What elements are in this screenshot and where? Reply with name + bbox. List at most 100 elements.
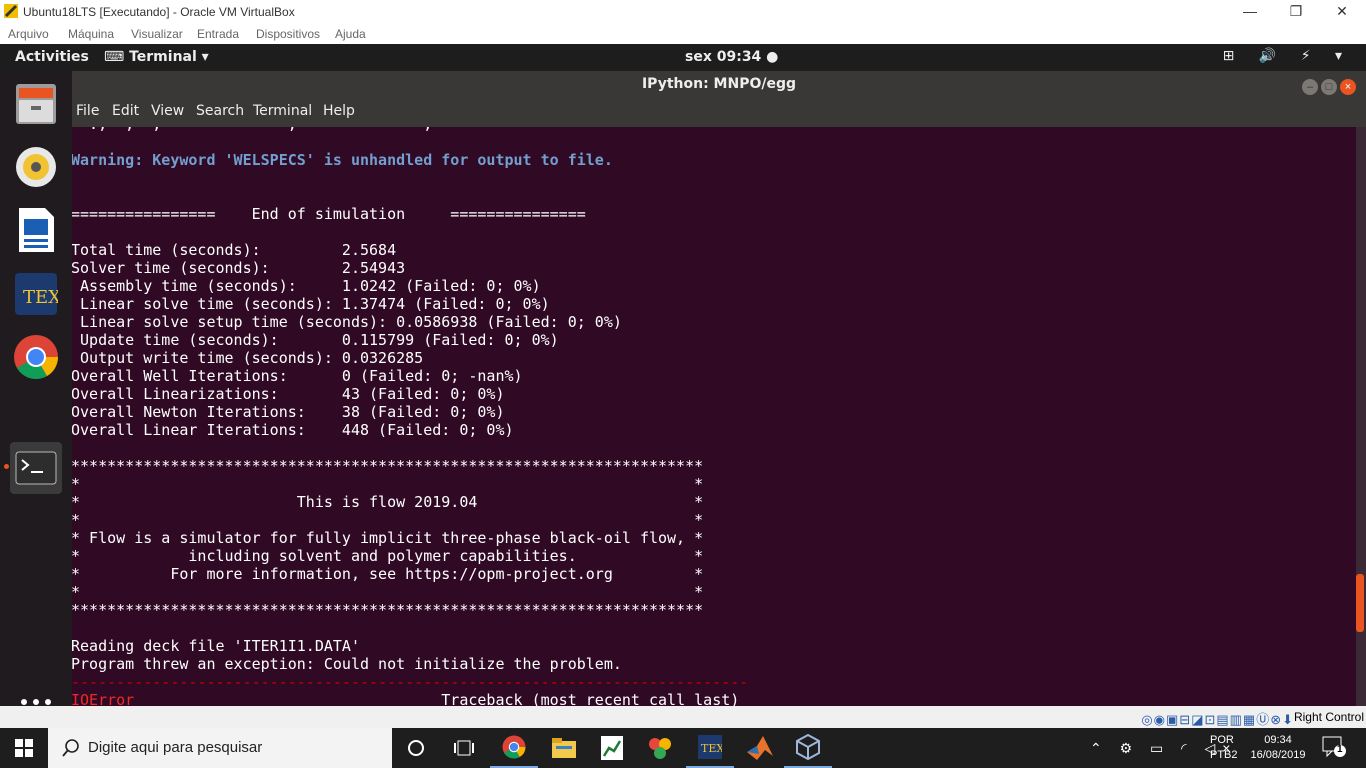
cortana-icon[interactable] <box>392 728 440 768</box>
banner-flow-title: * This is flow 2019.04 * <box>72 493 704 511</box>
terminal-menu-file[interactable]: File <box>76 103 99 119</box>
terminal-menu-edit[interactable]: Edit <box>112 103 139 119</box>
vbox-titlebar: Ubuntu18LTS [Executando] - Oracle VM Vir… <box>0 0 1366 24</box>
svg-text:TEX: TEX <box>701 742 722 755</box>
virtualbox-icon <box>4 4 18 18</box>
linear-setup-time-line: Linear solve setup time (seconds): 0.058… <box>72 313 622 331</box>
chrome-icon[interactable] <box>10 331 62 383</box>
rhythmbox-icon[interactable] <box>10 141 62 193</box>
files-icon[interactable] <box>10 78 62 130</box>
banner-desc-2: * including solvent and polymer capabili… <box>72 547 704 565</box>
menu-dispositivos[interactable]: Dispositivos <box>256 27 320 41</box>
banner-blank-3: * * <box>72 583 704 601</box>
linearizations-line: Overall Linearizations: 43 (Failed: 0; 0… <box>72 385 505 403</box>
total-time-line: Total time (seconds): 2.5684 <box>72 241 397 259</box>
notification-center-icon[interactable]: 1 <box>1322 736 1346 763</box>
search-placeholder: Digite aqui para pesquisar <box>88 739 263 756</box>
keyboard-layout: PTB2 <box>1210 749 1238 761</box>
terminal-menu-view[interactable]: View <box>151 103 184 119</box>
output-time-line: Output write time (seconds): 0.0326285 <box>72 349 424 367</box>
terminal-title: IPython: MNPO/egg <box>641 76 797 92</box>
spreadsheet-app-icon[interactable] <box>588 728 636 768</box>
app-menu[interactable]: ⌨ Terminal ▾ <box>104 49 209 65</box>
terminal-output[interactable]: ., , , , , Warning: Keyword 'WELSPECS' i… <box>72 127 1356 706</box>
running-indicator <box>4 464 9 469</box>
linear-solve-time-line: Linear solve time (seconds): 1.37474 (Fa… <box>72 295 550 313</box>
terminal-dock-icon[interactable] <box>10 442 62 494</box>
menu-entrada[interactable]: Entrada <box>197 27 239 41</box>
terminal-menu-terminal[interactable]: Terminal <box>253 103 312 119</box>
reading-deck-line: Reading deck file 'ITER1I1.DATA' <box>72 637 360 655</box>
warning-line: Warning: Keyword 'WELSPECS' is unhandled… <box>72 151 613 169</box>
guest-display: Activities ⌨ Terminal ▾ sex 09:34 ● ⊞ 🔊 … <box>0 44 1366 706</box>
show-applications-icon[interactable] <box>10 688 62 706</box>
notification-count: 1 <box>1337 744 1343 755</box>
language-code: POR <box>1210 734 1234 746</box>
terminal-text: ., , , , , Warning: Keyword 'WELSPECS' i… <box>72 127 748 706</box>
banner-stars-bottom: ****************************************… <box>72 601 704 619</box>
traceback-separator: ----------------------------------------… <box>72 673 749 691</box>
newton-iterations-line: Overall Newton Iterations: 38 (Failed: 0… <box>72 403 505 421</box>
taskbar-clock[interactable]: 09:34 16/08/2019 <box>1248 733 1308 763</box>
texmaker-icon[interactable]: TEX <box>10 268 62 320</box>
exception-line: Program threw an exception: Could not in… <box>72 655 622 673</box>
taskbar-texmaker-icon[interactable]: TEX <box>686 728 734 768</box>
menu-ajuda[interactable]: Ajuda <box>335 27 366 41</box>
start-button[interactable] <box>0 728 48 768</box>
end-simulation-line: ================ End of simulation =====… <box>72 205 586 223</box>
windows-logo-icon <box>15 739 33 757</box>
minimize-button[interactable]: — <box>1227 0 1273 24</box>
terminal-menu-search[interactable]: Search <box>196 103 244 119</box>
banner-desc-1: * Flow is a simulator for fully implicit… <box>72 529 704 547</box>
gnome-topbar: Activities ⌨ Terminal ▾ sex 09:34 ● ⊞ 🔊 … <box>0 44 1366 71</box>
terminal-menu-help[interactable]: Help <box>323 103 355 119</box>
vbox-window-title: Ubuntu18LTS [Executando] - Oracle VM Vir… <box>23 5 295 19</box>
vbox-menubar: Arquivo Máquina Visualizar Entrada Dispo… <box>0 24 1366 44</box>
terminal-maximize-icon[interactable]: □ <box>1321 79 1337 95</box>
well-iterations-line: Overall Well Iterations: 0 (Failed: 0; -… <box>72 367 523 385</box>
assembly-time-line: Assembly time (seconds): 1.0242 (Failed:… <box>72 277 541 295</box>
terminal-scrollbar[interactable] <box>1356 574 1364 632</box>
ioerror-label: IOError <box>72 691 135 706</box>
windows-taskbar: Digite aqui para pesquisar TEX ⌃ ⚙ ▭ ◜ ◁… <box>0 728 1366 768</box>
menu-visualizar[interactable]: Visualizar <box>131 27 183 41</box>
ubuntu-dock: TEX <box>0 71 72 706</box>
traceback-header: Traceback (most recent call last) <box>441 691 740 706</box>
banner-stars-top: ****************************************… <box>72 457 704 475</box>
task-view-icon[interactable] <box>440 728 488 768</box>
clock[interactable]: sex 09:34 ● <box>685 49 778 65</box>
search-icon <box>62 739 79 757</box>
vbox-device-icons[interactable]: ◎◉▣⊟◪⊡▤▥▦Ⓤ⊗⬇ <box>1141 709 1294 728</box>
taskbar-date: 16/08/2019 <box>1250 749 1306 761</box>
menu-arquivo[interactable]: Arquivo <box>8 27 49 41</box>
svg-text:TEX: TEX <box>23 287 58 308</box>
banner-blank-2: * * <box>72 511 704 529</box>
terminal-header: IPython: MNPO/egg – □ × File Edit View Sea… <box>72 71 1366 127</box>
taskbar-chrome-icon[interactable] <box>490 728 538 768</box>
restore-button[interactable]: ❐ <box>1273 0 1319 24</box>
banner-blank-1: * * <box>72 475 704 493</box>
app-menu-label: Terminal ▾ <box>129 49 209 65</box>
update-time-line: Update time (seconds): 0.115799 (Failed:… <box>72 331 559 349</box>
system-tray[interactable]: ⊞ 🔊 ⚡ ▾ <box>1223 48 1352 64</box>
matlab-icon[interactable] <box>736 728 784 768</box>
activities-button[interactable]: Activities <box>15 49 89 65</box>
taskbar-time: 09:34 <box>1264 734 1292 746</box>
menu-maquina[interactable]: Máquina <box>68 27 114 41</box>
libreoffice-writer-icon[interactable] <box>10 204 62 256</box>
solver-time-line: Solver time (seconds): 2.54943 <box>72 259 406 277</box>
vbox-statusbar: ◎◉▣⊟◪⊡▤▥▦Ⓤ⊗⬇ Right Control <box>0 706 1366 728</box>
app-icon-colorful[interactable] <box>636 728 684 768</box>
host-key-label: Right Control <box>1293 710 1364 724</box>
file-explorer-icon[interactable] <box>540 728 588 768</box>
linear-iterations-line: Overall Linear Iterations: 448 (Failed: … <box>72 421 514 439</box>
terminal-window-buttons: – □ × <box>1299 77 1356 95</box>
partial-line-top: ., , , , , <box>72 127 432 133</box>
terminal-close-icon[interactable]: × <box>1340 79 1356 95</box>
banner-desc-3: * For more information, see https://opm-… <box>72 565 704 583</box>
language-indicator[interactable]: POR PTB2 <box>1210 733 1238 763</box>
taskbar-search-box[interactable]: Digite aqui para pesquisar <box>48 728 392 768</box>
close-button[interactable]: ✕ <box>1319 0 1365 24</box>
terminal-minimize-icon[interactable]: – <box>1302 79 1318 95</box>
virtualbox-taskbar-icon[interactable] <box>784 728 832 768</box>
